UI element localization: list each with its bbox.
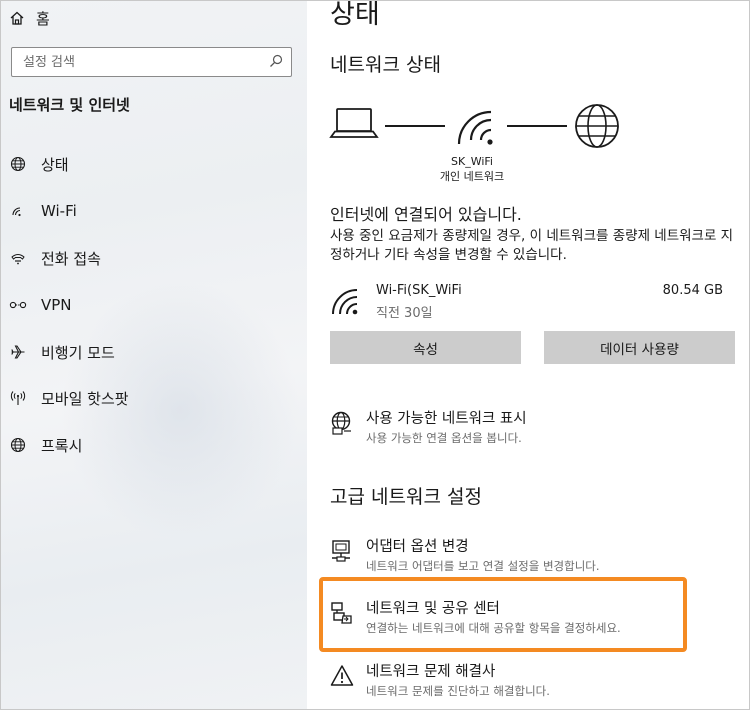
adapter-options-desc: 네트워크 어댑터를 보고 연결 설정을 변경합니다. [366,559,600,573]
vpn-icon [8,295,28,315]
advanced-settings-heading: 고급 네트워크 설정 [330,486,482,508]
sidebar-item-vpn[interactable]: VPN [8,291,298,319]
home-label: 홈 [36,9,50,28]
sidebar-item-status[interactable]: 상태 [8,150,298,178]
home-icon [10,11,24,25]
sidebar-item-label: 전화 접속 [41,249,101,268]
sidebar-item-airplane[interactable]: 비행기 모드 [8,338,298,366]
sidebar-item-label: 모바일 핫스팟 [41,389,129,408]
adapter-options-title: 어댑터 옵션 변경 [366,539,469,555]
network-diagram [329,104,619,148]
network-type: 개인 네트워크 [439,170,505,183]
sidebar-item-label: 프록시 [41,436,83,455]
wifi-icon [8,201,28,221]
globe-icon [8,154,28,174]
network-status-heading: 네트워크 상태 [330,54,441,76]
sidebar-item-hotspot[interactable]: 모바일 핫스팟 [8,384,298,412]
warning-icon [330,665,354,686]
globe-network-icon [331,411,351,435]
globe-icon [575,104,619,148]
wifi-icon [332,289,358,315]
connection-status-title: 인터넷에 연결되어 있습니다. [330,205,522,224]
sidebar-item-label: 비행기 모드 [41,343,115,362]
globe-icon [8,435,28,455]
show-networks-title: 사용 가능한 네트워크 표시 [366,411,527,427]
page-title: 상태 [330,0,380,30]
wifi-period: 직전 30일 [376,306,433,321]
network-adapter-icon [332,540,350,562]
network-troubleshooter-link[interactable]: 네트워크 문제 해결사 네트워크 문제를 진단하고 해결합니다. [330,660,740,704]
wifi-usage-row: Wi-Fi(SK_WiFi 직전 30일 80.54 GB [330,280,740,321]
sidebar-item-label: 상태 [41,155,69,174]
adapter-options-link[interactable]: 어댑터 옵션 변경 네트워크 어댑터를 보고 연결 설정을 변경합니다. [330,535,740,579]
airplane-icon [8,342,28,362]
show-available-networks-link[interactable]: 사용 가능한 네트워크 표시 사용 가능한 연결 옵션을 봅니다. [330,407,740,451]
laptop-icon [329,108,379,138]
wifi-data-usage: 80.54 GB [662,283,723,298]
connection-status-desc: 사용 중인 요금제가 종량제일 경우, 이 네트워크를 종량제 네트워크로 지정… [330,228,734,263]
wifi-icon [457,110,493,145]
search-box[interactable] [11,47,292,77]
dialup-icon [8,248,28,268]
sidebar-item-wifi[interactable]: Wi-Fi [8,197,298,225]
sidebar-item-proxy[interactable]: 프록시 [8,431,298,459]
network-label: SK_WiFi 개인 네트워크 [427,154,517,184]
search-input[interactable] [12,48,252,76]
wifi-name: Wi-Fi(SK_WiFi [376,283,462,298]
properties-button[interactable]: 속성 [330,331,521,364]
data-usage-button[interactable]: 데이터 사용량 [544,331,735,364]
search-icon[interactable] [269,54,283,68]
sidebar-section-title: 네트워크 및 인터넷 [9,96,130,114]
sidebar: 홈 네트워크 및 인터넷 상태 [0,0,307,710]
network-name: SK_WiFi [451,155,493,168]
highlight-box [319,577,687,652]
show-networks-desc: 사용 가능한 연결 옵션을 봅니다. [366,431,522,445]
sidebar-item-label: Wi-Fi [41,202,77,220]
sidebar-item-label: VPN [41,296,72,314]
troubleshooter-title: 네트워크 문제 해결사 [366,664,496,680]
sidebar-item-dialup[interactable]: 전화 접속 [8,244,298,272]
home-link[interactable]: 홈 [10,6,50,30]
troubleshooter-desc: 네트워크 문제를 진단하고 해결합니다. [366,684,550,698]
hotspot-icon [8,388,28,408]
